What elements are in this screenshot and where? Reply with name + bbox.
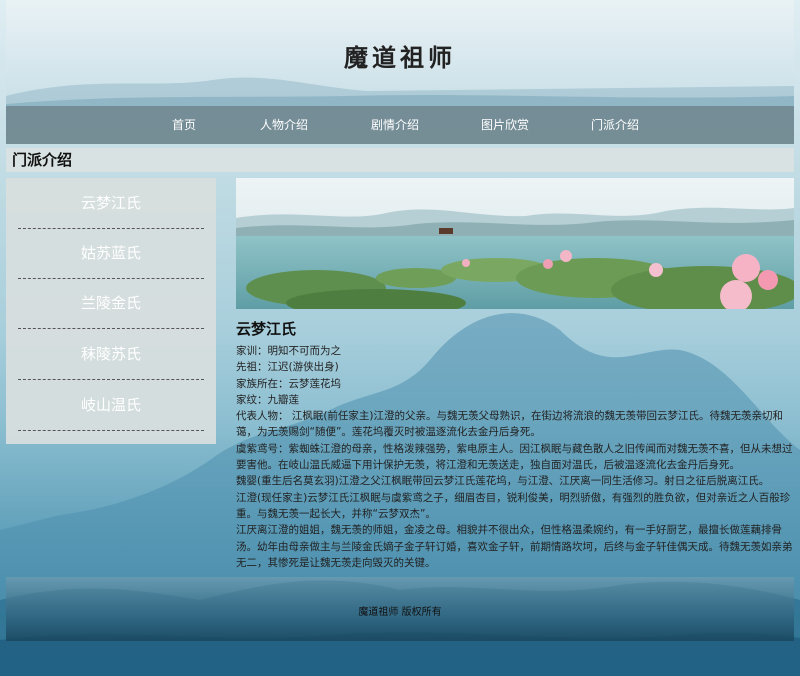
sidebar-item-qishan-wen[interactable]: 岐山温氏 xyxy=(18,380,204,431)
representative-jiang-yanli: 江厌离江澄的姐姐，魏无羡的师姐，金凌之母。相貌并不很出众，但性格温柔婉约，有一手… xyxy=(236,524,793,569)
nav-item-gallery[interactable]: 图片欣赏 xyxy=(455,106,555,144)
sect-sidebar: 云梦江氏 姑苏蓝氏 兰陵金氏 秣陵苏氏 岐山温氏 xyxy=(6,178,216,444)
sidebar-item-yunmeng-jiang[interactable]: 云梦江氏 xyxy=(18,178,204,229)
site-header: 魔道祖师 xyxy=(6,0,794,106)
motto-line: 家训：明知不可而为之 xyxy=(236,345,341,357)
copyright-text: 魔道祖师 版权所有 xyxy=(358,607,442,618)
ancestor-line: 先祖：江迟(游侠出身) xyxy=(236,361,339,374)
lotus-lake-banner-image xyxy=(236,178,794,309)
nav-item-home[interactable]: 首页 xyxy=(134,106,234,144)
representative-jiang-cheng: 江澄(现任家主)云梦江氏江枫眠与虞紫鸢之子，细眉杏目，锐利俊美，明烈骄傲，有强烈… xyxy=(236,491,791,520)
crest-line: 家纹：九瓣莲 xyxy=(236,393,299,406)
nav-item-sects[interactable]: 门派介绍 xyxy=(565,106,665,144)
representative-jiang-fengmian: 代表人物： 江枫眠(前任家主)江澄的父亲。与魏无羡父母熟识，在街边将流浪的魏无羡… xyxy=(236,410,784,439)
representative-wei-ying: 魏婴(重生后名莫玄羽)江澄之父江枫眠带回云梦江氏莲花坞，与江澄、江厌离一同生活修… xyxy=(236,475,770,488)
representative-yu-ziyuan: 虞紫鸢号：紫蜘蛛江澄的母亲，性格泼辣强势，紫电原主人。因江枫眠与藏色散人之旧传闻… xyxy=(236,442,793,472)
sidebar-item-moling-su[interactable]: 秣陵苏氏 xyxy=(18,329,204,380)
sidebar-item-gusu-lan[interactable]: 姑苏蓝氏 xyxy=(18,228,204,279)
page-title: 魔道祖师 xyxy=(344,44,456,72)
site-footer: 魔道祖师 版权所有 xyxy=(6,577,794,641)
main-nav: 首页 人物介绍 剧情介绍 图片欣赏 门派介绍 xyxy=(6,106,794,144)
location-line: 家族所在：云梦莲花坞 xyxy=(236,377,341,390)
nav-item-characters[interactable]: 人物介绍 xyxy=(234,106,334,144)
section-title: 门派介绍 xyxy=(6,148,794,172)
clan-description: 家训：明知不可而为之 先祖：江迟(游侠出身) 家族所在：云梦莲花坞 家纹：九瓣莲… xyxy=(236,343,794,571)
sidebar-item-lanling-jin[interactable]: 兰陵金氏 xyxy=(18,278,204,329)
clan-name-heading: 云梦江氏 xyxy=(236,320,297,338)
nav-item-plot[interactable]: 剧情介绍 xyxy=(345,106,445,144)
